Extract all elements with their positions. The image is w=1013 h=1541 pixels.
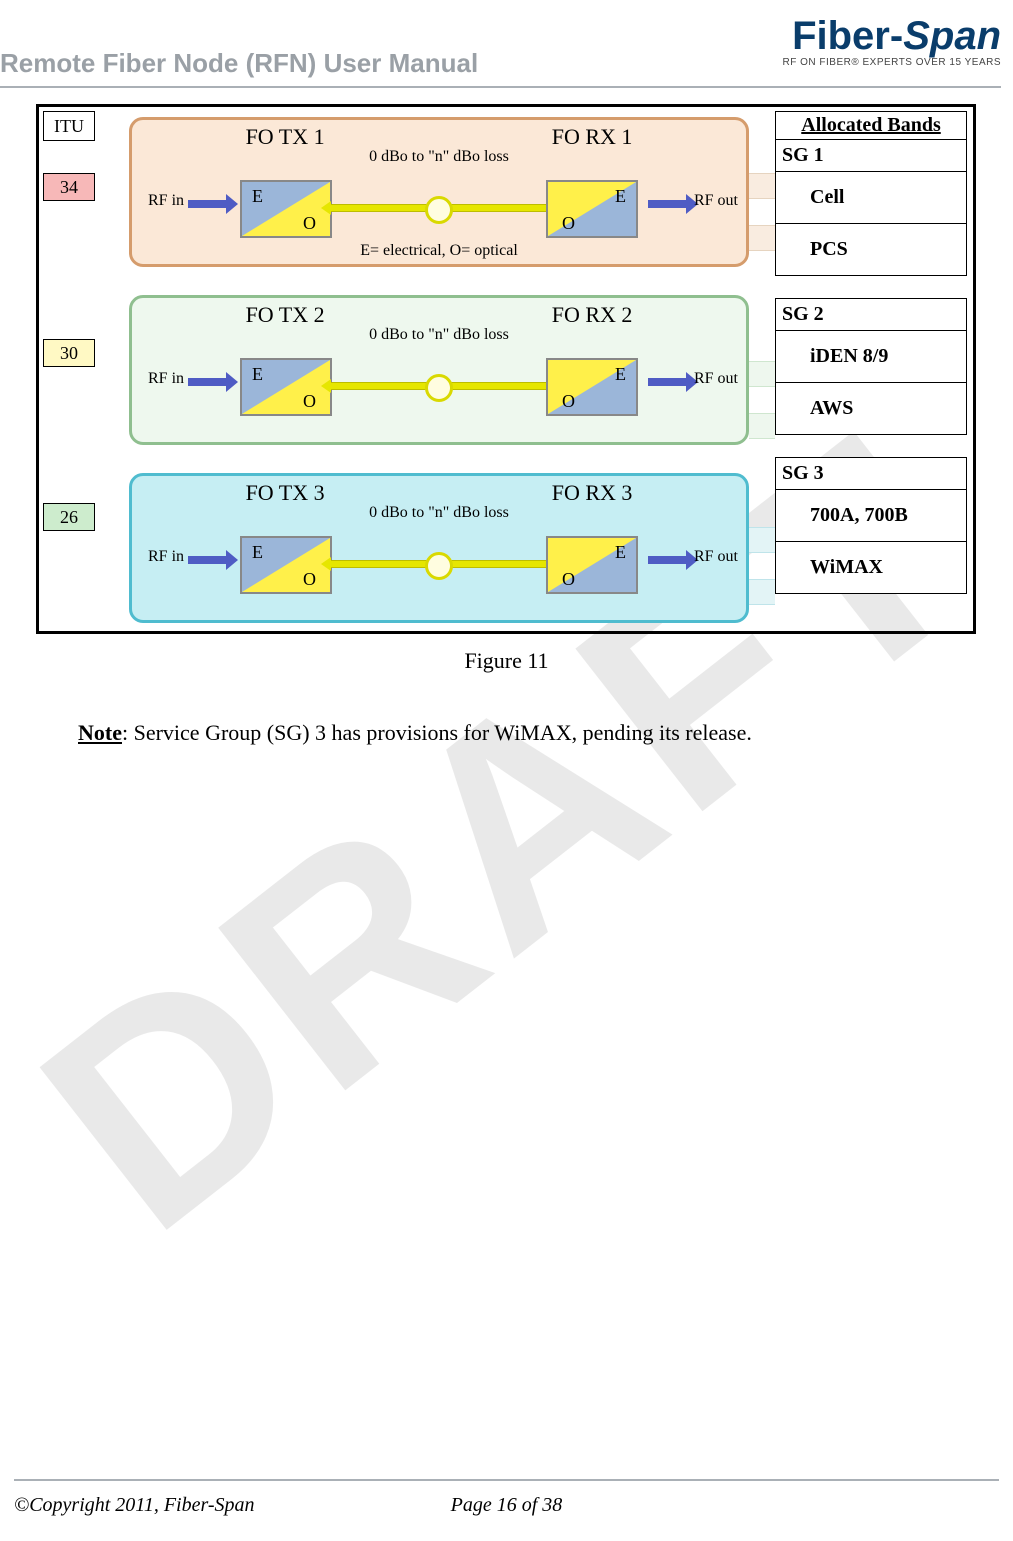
figure-caption: Figure 11 bbox=[0, 648, 1013, 674]
fo-rx2-label: FO RX 2 bbox=[552, 302, 633, 328]
e-label: E bbox=[615, 542, 626, 563]
rf-out-label: RF out bbox=[694, 192, 738, 210]
sg1-label: SG 1 bbox=[775, 140, 967, 172]
loss-label: 0 dBo to "n" dBo loss bbox=[132, 504, 746, 522]
itu-value-26: 26 bbox=[43, 503, 95, 531]
o-label: O bbox=[303, 391, 316, 412]
o-label: O bbox=[303, 569, 316, 590]
eo-converter-tx: EO bbox=[240, 180, 332, 238]
footer-copyright: ©Copyright 2011, Fiber-Span bbox=[14, 1494, 342, 1517]
o-label: O bbox=[562, 391, 575, 412]
fo-tx3-label: FO TX 3 bbox=[246, 480, 325, 506]
footer-rule bbox=[14, 1479, 999, 1481]
fo-rx3-label: FO RX 3 bbox=[552, 480, 633, 506]
footer-page-number: Page 16 of 38 bbox=[342, 1494, 670, 1517]
e-label: E bbox=[615, 186, 626, 207]
fiber-coupler-icon bbox=[425, 196, 453, 224]
eo-converter-rx: EO bbox=[546, 358, 638, 416]
page: DRAFT Remote Fiber Node (RFN) User Manua… bbox=[0, 0, 1013, 1541]
eo-converter-rx: EO bbox=[546, 180, 638, 238]
sg1-band-cell: Cell bbox=[775, 172, 967, 224]
eo-converter-tx: EO bbox=[240, 358, 332, 416]
header-rule bbox=[0, 86, 1001, 88]
o-label: O bbox=[303, 213, 316, 234]
eo-legend: E= electrical, O= optical bbox=[132, 242, 746, 260]
note-paragraph: Note: Service Group (SG) 3 has provision… bbox=[78, 720, 752, 746]
fo-group-3: FO TX 3 FO RX 3 0 dBo to "n" dBo loss RF… bbox=[129, 473, 749, 623]
fo-group-2: FO TX 2 FO RX 2 0 dBo to "n" dBo loss RF… bbox=[129, 295, 749, 445]
allocated-bands-header: Allocated Bands bbox=[775, 111, 967, 140]
o-label: O bbox=[562, 569, 575, 590]
fo-tx1-label: FO TX 1 bbox=[246, 124, 325, 150]
rf-in-arrow-icon bbox=[188, 556, 228, 564]
e-label: E bbox=[615, 364, 626, 385]
signal-row: RF in EO EO RF out bbox=[132, 348, 746, 418]
eo-converter-tx: EO bbox=[240, 536, 332, 594]
document-title: Remote Fiber Node (RFN) User Manual bbox=[0, 48, 478, 79]
brand-wordmark: Fiber-Span bbox=[783, 16, 1002, 56]
band-connector bbox=[749, 361, 775, 387]
rf-in-arrow-icon bbox=[188, 200, 228, 208]
page-header: Remote Fiber Node (RFN) User Manual Fibe… bbox=[0, 10, 1013, 90]
rf-out-label: RF out bbox=[694, 548, 738, 566]
o-label: O bbox=[562, 213, 575, 234]
itu-header-cell: ITU bbox=[43, 111, 95, 141]
loss-label: 0 dBo to "n" dBo loss bbox=[132, 148, 746, 166]
sg3-band-700: 700A, 700B bbox=[775, 490, 967, 542]
rf-in-label: RF in bbox=[148, 192, 184, 210]
band-connector bbox=[749, 527, 775, 553]
rf-out-arrow-icon bbox=[648, 556, 688, 564]
page-footer: ©Copyright 2011, Fiber-Span Page 16 of 3… bbox=[14, 1494, 999, 1517]
fo-rx1-label: FO RX 1 bbox=[552, 124, 633, 150]
band-connector bbox=[749, 579, 775, 605]
rf-in-arrow-icon bbox=[188, 378, 228, 386]
signal-row: RF in EO EO RF out bbox=[132, 526, 746, 596]
sg2-band-aws: AWS bbox=[775, 383, 967, 435]
eo-converter-rx: EO bbox=[546, 536, 638, 594]
sg2-band-iden: iDEN 8/9 bbox=[775, 331, 967, 383]
fo-tx2-label: FO TX 2 bbox=[246, 302, 325, 328]
brand-logo: Fiber-Span RF ON FIBER® EXPERTS OVER 15 … bbox=[783, 16, 1002, 68]
allocated-bands-table: Allocated Bands SG 1 Cell PCS SG 2 iDEN … bbox=[775, 111, 967, 594]
rf-out-arrow-icon bbox=[648, 378, 688, 386]
e-label: E bbox=[252, 186, 263, 207]
sg3-band-wimax: WiMAX bbox=[775, 542, 967, 594]
loss-label: 0 dBo to "n" dBo loss bbox=[132, 326, 746, 344]
rf-in-label: RF in bbox=[148, 548, 184, 566]
sg2-label: SG 2 bbox=[775, 298, 967, 331]
band-connector bbox=[749, 173, 775, 199]
itu-value-34: 34 bbox=[43, 173, 95, 201]
rf-out-label: RF out bbox=[694, 370, 738, 388]
brand-tagline: RF ON FIBER® EXPERTS OVER 15 YEARS bbox=[783, 58, 1002, 68]
band-connector bbox=[749, 413, 775, 439]
signal-row: RF in EO EO RF out bbox=[132, 170, 746, 240]
e-label: E bbox=[252, 542, 263, 563]
sg1-band-pcs: PCS bbox=[775, 224, 967, 276]
e-label: E bbox=[252, 364, 263, 385]
rf-out-arrow-icon bbox=[648, 200, 688, 208]
fiber-coupler-icon bbox=[425, 374, 453, 402]
fo-group-1: FO TX 1 FO RX 1 0 dBo to "n" dBo loss RF… bbox=[129, 117, 749, 267]
itu-value-30: 30 bbox=[43, 339, 95, 367]
footer-spacer bbox=[671, 1494, 999, 1517]
sg3-label: SG 3 bbox=[775, 457, 967, 490]
note-label: Note bbox=[78, 720, 122, 745]
note-text: : Service Group (SG) 3 has provisions fo… bbox=[122, 720, 752, 745]
rf-in-label: RF in bbox=[148, 370, 184, 388]
band-connector bbox=[749, 225, 775, 251]
figure-11-diagram: ITU 34 30 26 FO TX 1 FO RX 1 0 dBo to "n… bbox=[36, 104, 976, 634]
fiber-coupler-icon bbox=[425, 552, 453, 580]
